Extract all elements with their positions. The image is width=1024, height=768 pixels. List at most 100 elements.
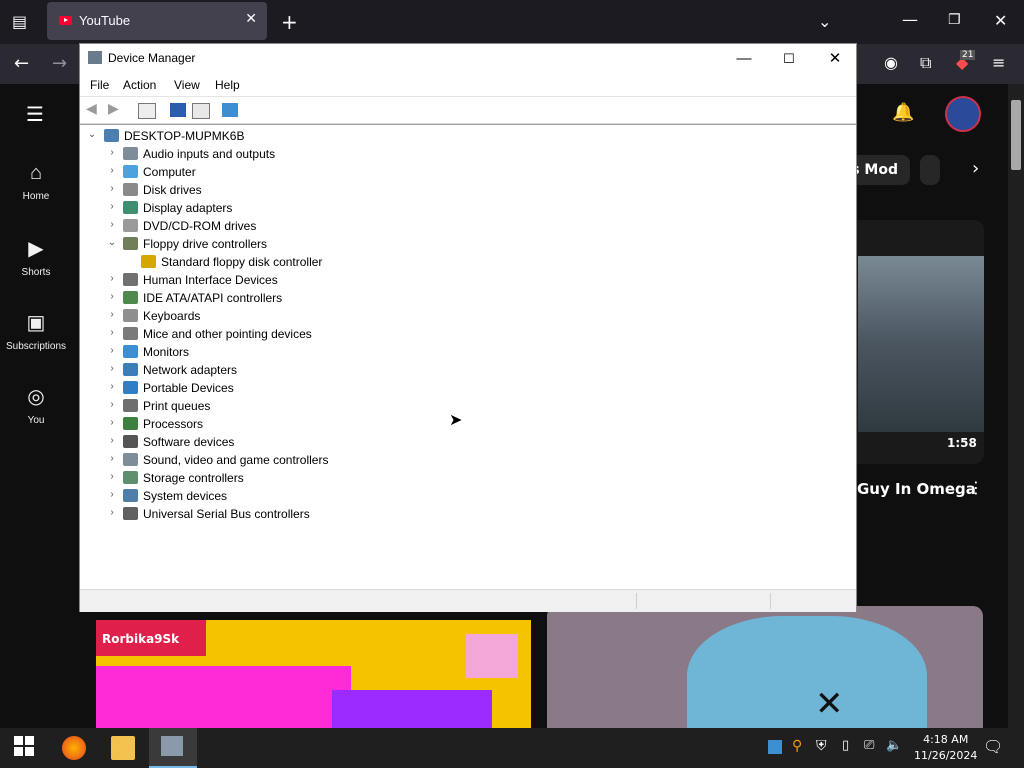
- scan-hardware-icon[interactable]: [222, 103, 238, 117]
- expand-chevron-icon[interactable]: ›: [106, 309, 118, 320]
- file-explorer-icon[interactable]: [111, 736, 135, 760]
- extensions-icon[interactable]: ⧉: [920, 53, 931, 73]
- tab-close-icon[interactable]: ✕: [245, 11, 257, 27]
- device-category[interactable]: › Display adapters: [80, 199, 580, 217]
- expand-chevron-icon[interactable]: ›: [106, 273, 118, 284]
- minimize-icon[interactable]: —: [902, 10, 918, 29]
- avatar[interactable]: [945, 96, 981, 132]
- device-category[interactable]: › Audio inputs and outputs: [80, 145, 580, 163]
- expand-chevron-icon[interactable]: ›: [106, 165, 118, 176]
- notification-center-icon[interactable]: 🗨: [983, 737, 1003, 756]
- tray-search-icon[interactable]: ⚲: [792, 738, 802, 754]
- back-icon[interactable]: ◀: [86, 100, 102, 116]
- device-category[interactable]: › Computer: [80, 163, 580, 181]
- notifications-icon[interactable]: 🔔: [892, 102, 914, 123]
- expand-chevron-icon[interactable]: ›: [106, 201, 118, 212]
- expand-chevron-icon[interactable]: ›: [106, 147, 118, 158]
- restore-icon[interactable]: ❐: [948, 12, 961, 28]
- properties-icon[interactable]: [192, 103, 210, 119]
- forward-icon[interactable]: →: [52, 53, 67, 74]
- account-icon[interactable]: ◉: [884, 53, 898, 72]
- chevron-right-icon[interactable]: ›: [972, 158, 979, 179]
- video-thumbnail[interactable]: 1:58: [850, 220, 984, 464]
- network-icon[interactable]: ⎚: [864, 738, 874, 753]
- device-category[interactable]: › Universal Serial Bus controllers: [80, 505, 580, 523]
- system-clock[interactable]: 4:18 AM 11/26/2024: [914, 732, 977, 764]
- expand-chevron-icon[interactable]: ›: [106, 489, 118, 500]
- firefox-icon[interactable]: [62, 736, 86, 760]
- device-category[interactable]: › Portable Devices: [80, 379, 580, 397]
- expand-chevron-icon[interactable]: ›: [106, 435, 118, 446]
- scrollbar-thumb[interactable]: [1011, 100, 1021, 170]
- forward-icon[interactable]: ▶: [108, 100, 124, 116]
- sidebar-item-you[interactable]: ◎ You: [0, 384, 72, 426]
- expand-chevron-icon[interactable]: ›: [106, 507, 118, 518]
- sidebar-item-shorts[interactable]: ▶ Shorts: [0, 236, 72, 278]
- start-icon[interactable]: [14, 736, 38, 760]
- device-category[interactable]: › Keyboards: [80, 307, 580, 325]
- device-category[interactable]: › Human Interface Devices: [80, 271, 580, 289]
- video-title[interactable]: Guy In Omega: [857, 480, 976, 498]
- close-button[interactable]: ✕: [815, 48, 855, 70]
- collapse-chevron-icon[interactable]: ⌄: [86, 129, 98, 140]
- device-category[interactable]: ⌄ Floppy drive controllers: [80, 235, 580, 253]
- more-options-icon[interactable]: ⋮: [968, 478, 984, 497]
- hamburger-icon[interactable]: ☰: [26, 102, 44, 126]
- maximize-button[interactable]: ☐: [769, 48, 809, 70]
- expand-chevron-icon[interactable]: ›: [106, 363, 118, 374]
- device-category[interactable]: › IDE ATA/ATAPI controllers: [80, 289, 580, 307]
- device-category[interactable]: › Disk drives: [80, 181, 580, 199]
- toolbar: ◀ ▶: [80, 96, 856, 124]
- device-manager-taskbar-button[interactable]: [149, 728, 197, 768]
- device-category[interactable]: › System devices: [80, 487, 580, 505]
- close-browser-icon[interactable]: ✕: [994, 11, 1007, 30]
- new-tab-button[interactable]: +: [281, 10, 298, 34]
- expand-chevron-icon[interactable]: ›: [106, 291, 118, 302]
- expand-chevron-icon[interactable]: ›: [106, 381, 118, 392]
- device-category[interactable]: › Monitors: [80, 343, 580, 361]
- expand-chevron-icon[interactable]: ›: [106, 327, 118, 338]
- page-scrollbar[interactable]: [1008, 84, 1024, 728]
- thumbnail-right[interactable]: ✕: [547, 606, 983, 728]
- device-category[interactable]: › Software devices: [80, 433, 580, 451]
- back-icon[interactable]: ←: [14, 53, 29, 74]
- menu-action[interactable]: Action: [123, 78, 156, 92]
- menu-icon[interactable]: ≡: [992, 53, 1005, 72]
- device-category[interactable]: › Print queues: [80, 397, 580, 415]
- thumbnail-left[interactable]: Rorbika9Sk: [96, 620, 531, 728]
- expand-chevron-icon[interactable]: ›: [106, 471, 118, 482]
- menu-file[interactable]: File: [90, 78, 109, 92]
- help-icon[interactable]: [170, 103, 186, 117]
- tab-list-icon[interactable]: ▤: [12, 12, 27, 31]
- collapse-chevron-icon[interactable]: ⌄: [106, 237, 118, 248]
- windows-security-icon[interactable]: ⛨: [816, 738, 827, 754]
- device-item[interactable]: Standard floppy disk controller: [80, 253, 580, 271]
- expand-chevron-icon[interactable]: ›: [106, 345, 118, 356]
- chip-partial-2[interactable]: [920, 155, 940, 185]
- device-category[interactable]: › Sound, video and game controllers: [80, 451, 580, 469]
- device-category[interactable]: › DVD/CD-ROM drives: [80, 217, 580, 235]
- expand-chevron-icon[interactable]: ›: [106, 399, 118, 410]
- device-label: Computer: [143, 165, 196, 179]
- tab-youtube[interactable]: YouTube ✕: [47, 2, 267, 40]
- device-category[interactable]: › Network adapters: [80, 361, 580, 379]
- expand-chevron-icon[interactable]: ›: [106, 417, 118, 428]
- tree-root[interactable]: ⌄ DESKTOP-MUPMK6B: [80, 127, 580, 145]
- sidebar-item-home[interactable]: ⌂ Home: [0, 162, 72, 202]
- device-category[interactable]: › Mice and other pointing devices: [80, 325, 580, 343]
- device-category[interactable]: › Processors: [80, 415, 580, 433]
- device-category[interactable]: › Storage controllers: [80, 469, 580, 487]
- expand-chevron-icon[interactable]: ›: [106, 453, 118, 464]
- chevron-down-icon[interactable]: ⌄: [818, 12, 831, 31]
- tray-app-icon[interactable]: [768, 740, 782, 754]
- sidebar-item-subscriptions[interactable]: ▣ Subscriptions: [0, 310, 72, 352]
- expand-chevron-icon[interactable]: ›: [106, 183, 118, 194]
- expand-chevron-icon[interactable]: ›: [106, 219, 118, 230]
- menu-view[interactable]: View: [174, 78, 200, 92]
- device-manager-titlebar[interactable]: Device Manager — ☐ ✕: [80, 44, 856, 74]
- volume-icon[interactable]: 🔈: [886, 738, 902, 753]
- menu-help[interactable]: Help: [215, 78, 240, 92]
- minimize-button[interactable]: —: [724, 48, 764, 70]
- battery-icon[interactable]: ▯: [842, 738, 849, 753]
- show-hide-console-tree-icon[interactable]: [138, 103, 156, 119]
